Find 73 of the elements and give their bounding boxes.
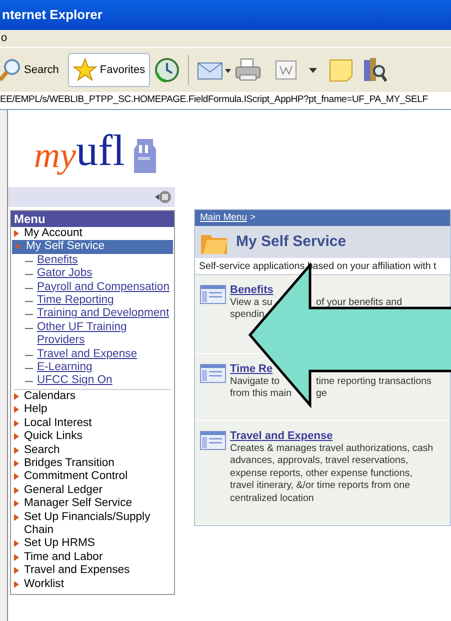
- menu-link[interactable]: Travel and Expense: [37, 348, 138, 362]
- menu-link[interactable]: E-Learning: [37, 361, 92, 374]
- menu-item[interactable]: Help: [11, 403, 174, 417]
- menu-item[interactable]: Set Up Financials/Supply Chain: [11, 510, 174, 538]
- breadcrumb-separator: >: [250, 210, 256, 225]
- menu-item[interactable]: Quick Links: [11, 430, 174, 444]
- dash-mark: [25, 274, 33, 276]
- menu-item[interactable]: Commitment Control: [11, 470, 174, 484]
- dash-mark: [25, 381, 33, 382]
- menu-item[interactable]: Manager Self Service: [11, 497, 174, 511]
- description-text: centralized location: [230, 492, 314, 506]
- menu-item[interactable]: Travel and Expenses: [11, 564, 174, 578]
- description-text: Navigate to: [230, 376, 281, 388]
- menu-link[interactable]: Benefits: [37, 254, 78, 268]
- window-icon: [200, 431, 226, 450]
- menu-link[interactable]: UFCC Sign On: [37, 374, 112, 388]
- logo-text: ufl: [76, 129, 125, 173]
- description-text: expense reports, other expense functions,: [230, 468, 412, 480]
- collapse-icon[interactable]: [155, 190, 171, 204]
- menu-item[interactable]: My Account: [11, 227, 174, 240]
- tile-link[interactable]: Travel and Expense: [230, 430, 333, 443]
- search-icon: [0, 58, 21, 82]
- description-text: of your benefits and: [316, 297, 402, 310]
- menu-item[interactable]: Calendars: [11, 390, 174, 404]
- menu-item[interactable]: Set Up HRMS: [11, 537, 174, 551]
- menu-item[interactable]: My Self Service: [12, 240, 173, 254]
- menu-item[interactable]: Worklist: [11, 578, 174, 591]
- description-text: from this main: [230, 388, 293, 401]
- menu-item[interactable]: General Ledger: [11, 484, 174, 498]
- description-text: View a su: [230, 297, 274, 310]
- tile-link[interactable]: Benefits: [230, 284, 274, 297]
- star-icon: [72, 58, 97, 82]
- menu-item[interactable]: Bridges Transition: [11, 456, 174, 470]
- breadcrumb-link[interactable]: Main Menu: [200, 210, 247, 226]
- window-title: nternet Explorer: [2, 6, 102, 24]
- description-text: travel itinerary, &/or time reports from one: [230, 480, 410, 493]
- menu-item[interactable]: Search: [11, 444, 174, 457]
- description-text: Creates & manages travel authorizations, cash: [230, 443, 434, 456]
- logo-prefix: my: [34, 137, 76, 173]
- search-button[interactable]: Search: [0, 53, 64, 87]
- description-text: advances, approvals, travel reservations,: [230, 455, 408, 468]
- description-text: ge: [316, 388, 327, 401]
- printer-icon[interactable]: [235, 58, 262, 82]
- dash-mark: [25, 368, 33, 370]
- menu-title: Menu: [11, 211, 174, 227]
- history-icon[interactable]: [154, 57, 180, 83]
- page-title: My Self Service: [236, 232, 346, 252]
- dash-mark: [25, 328, 33, 329]
- description-text: time reporting transactions: [316, 376, 432, 388]
- dash-mark: [25, 260, 33, 262]
- menu-item[interactable]: Local Interest: [11, 416, 174, 430]
- menu-link[interactable]: Payroll and Compensation: [37, 280, 170, 294]
- favorites-button[interactable]: Favorites: [68, 53, 150, 87]
- collapsed-arrow-icon: [14, 230, 19, 237]
- window-icon: [200, 364, 226, 383]
- document-icon[interactable]: [275, 60, 298, 80]
- dash-mark: [25, 288, 33, 289]
- tile-link[interactable]: Time Re: [230, 363, 273, 376]
- description-text: spendin: [230, 309, 264, 322]
- expanded-arrow-icon: [15, 245, 21, 250]
- menu-item[interactable]: o: [0, 30, 8, 47]
- dash-mark: [25, 354, 33, 356]
- menu-item[interactable]: Time and Labor: [11, 550, 174, 564]
- books-icon[interactable]: [363, 57, 388, 83]
- dash-mark: [25, 314, 33, 316]
- menu-link[interactable]: Gator Jobs: [37, 267, 92, 281]
- window-icon: [200, 285, 226, 304]
- address-field[interactable]: EE/EMPL/s/WEBLIB_PTPP_SC.HOMEPAGE.FieldFormula.IScript_AppHP?pt_fname=UF_PA_MY_SELF: [0, 93, 428, 108]
- menu-link[interactable]: Training and Development: [37, 307, 170, 321]
- menu-link[interactable]: Other UF Training Providers: [37, 320, 174, 348]
- menu-link[interactable]: Time Reporting: [37, 294, 114, 308]
- dropdown-arrow-icon[interactable]: [309, 68, 318, 72]
- dash-mark: [25, 301, 33, 302]
